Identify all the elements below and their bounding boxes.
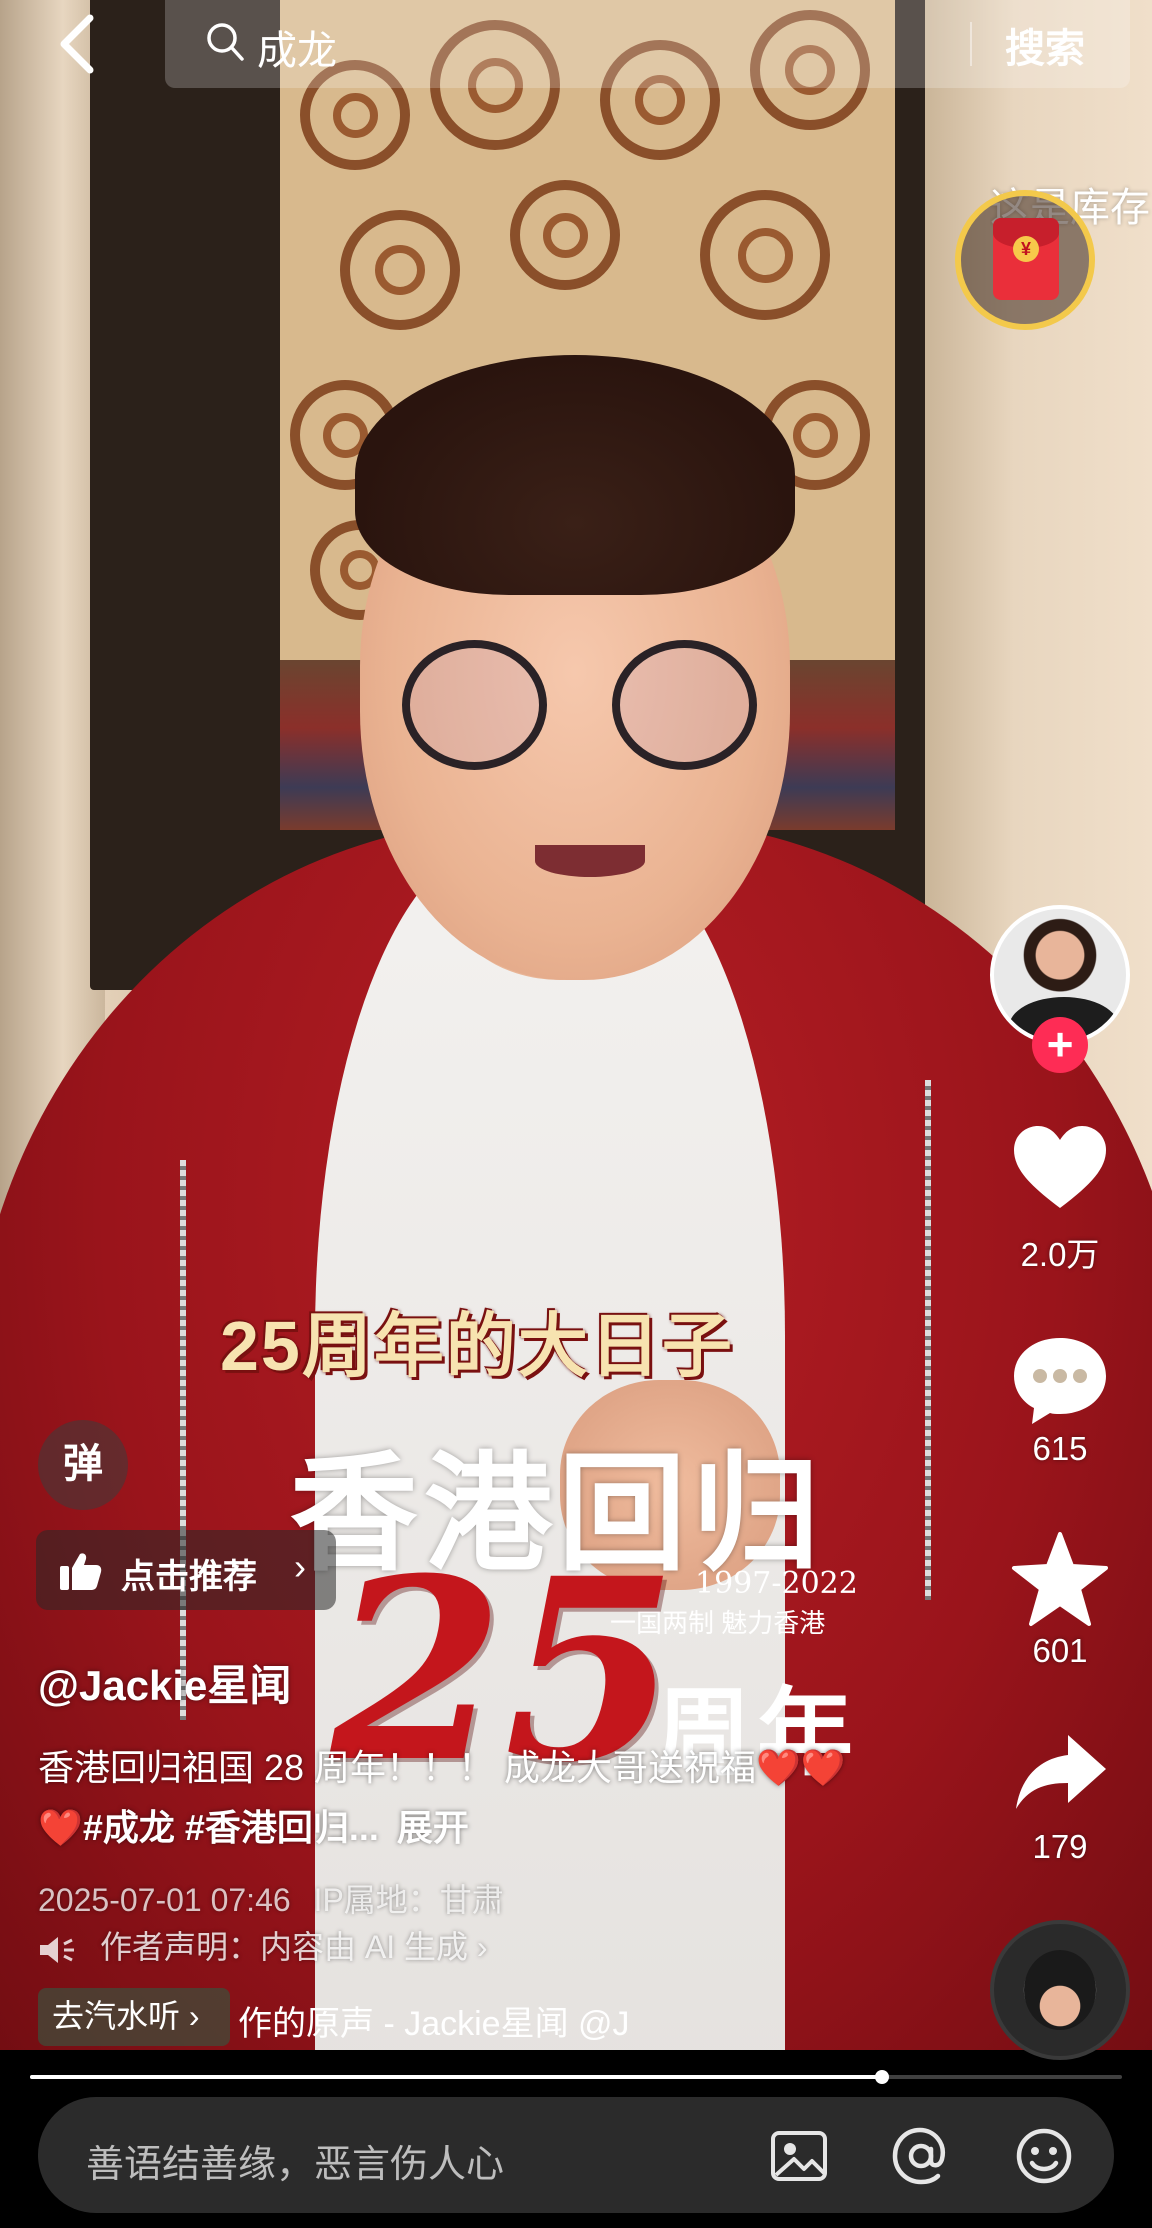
- coin-icon: ¥: [1013, 236, 1039, 262]
- recommend-label: 点击推荐: [121, 1558, 257, 1596]
- back-arrow-icon: [60, 14, 94, 74]
- like-button[interactable]: [1010, 1120, 1110, 1220]
- comment-button[interactable]: [1010, 1330, 1110, 1430]
- follow-button[interactable]: +: [1032, 1017, 1088, 1073]
- share-arrow-icon: [1016, 1735, 1106, 1809]
- glasses-lens: [612, 640, 757, 770]
- music-title[interactable]: 作的原声 - Jackie星闻 @J: [238, 1996, 778, 2045]
- thumbs-up-icon: [60, 1553, 102, 1590]
- post-datetime: 2025-07-01 07:46: [38, 1882, 291, 1918]
- back-button[interactable]: [50, 8, 110, 78]
- author-declaration[interactable]: 作者声明：内容由 AI 生成 ›: [38, 1922, 488, 1968]
- progress-fill: [30, 2075, 882, 2079]
- comment-bar[interactable]: 善语结善缘，恶言伤人心: [38, 2097, 1114, 2213]
- post-meta: 2025-07-01 07:46 IP属地：甘肃: [38, 1875, 504, 1921]
- favorite-count: 601: [1032, 1632, 1088, 1669]
- share-button[interactable]: [1010, 1725, 1110, 1825]
- video-progress-bar[interactable]: [30, 2070, 1122, 2084]
- expand-link[interactable]: 展开: [397, 1807, 469, 1848]
- listen-in-qishui-button[interactable]: 去汽水听 ›: [38, 1988, 230, 2046]
- progress-knob[interactable]: [874, 2070, 889, 2084]
- share-count: 179: [1032, 1828, 1088, 1865]
- post-location: IP属地：甘肃: [313, 1882, 504, 1918]
- mouth: [535, 845, 645, 877]
- like-count: 2.0万: [1020, 1236, 1100, 1273]
- hashtags[interactable]: #成龙 #香港回归...: [83, 1807, 379, 1848]
- description-text: 香港回归祖国 28 周年！！！ 成龙大哥送祝福: [38, 1747, 757, 1788]
- declaration-text: 作者声明：内容由 AI 生成 ›: [100, 1929, 488, 1965]
- red-packet-button[interactable]: ¥: [955, 190, 1095, 330]
- star-icon: [1012, 1532, 1108, 1626]
- author-name[interactable]: @Jackie星闻: [38, 1652, 291, 1713]
- search-button[interactable]: 搜索: [1005, 16, 1085, 74]
- comment-bubble-icon: [1014, 1338, 1106, 1424]
- hair: [355, 355, 795, 595]
- image-icon[interactable]: [768, 2125, 830, 2187]
- search-input[interactable]: 成龙: [257, 18, 337, 76]
- top-bar: 成龙 搜索: [0, 0, 1152, 95]
- danmu-toggle-button[interactable]: 弹: [38, 1420, 128, 1510]
- search-bar[interactable]: 成龙 搜索: [165, 0, 1130, 88]
- poster-years: 1997-2022: [695, 1566, 858, 1601]
- post-description: 香港回归祖国 28 周年！！！ 成龙大哥送祝福❤️❤️❤️#成龙 #香港回归..…: [38, 1738, 868, 1858]
- chevron-right-icon: ›: [294, 1546, 306, 1587]
- poster-title: 25周年的大日子: [220, 1307, 734, 1385]
- hoodie-zip: [925, 1080, 931, 1600]
- comment-count: 615: [1032, 1430, 1088, 1467]
- favorite-button[interactable]: [1010, 1530, 1110, 1630]
- music-disc[interactable]: [990, 1920, 1130, 2060]
- recommend-button[interactable]: 点击推荐 ›: [36, 1530, 336, 1610]
- glasses-lens: [402, 640, 547, 770]
- emoji-icon[interactable]: [1013, 2125, 1075, 2187]
- heart-icon: [1014, 1126, 1106, 1208]
- speaker-icon: [40, 1936, 74, 1963]
- hoodie-zip: [180, 1160, 186, 1720]
- search-divider: [970, 22, 972, 66]
- red-envelope-icon: ¥: [993, 218, 1059, 300]
- at-mention-icon[interactable]: [890, 2125, 952, 2187]
- search-icon: [207, 23, 244, 61]
- comment-input[interactable]: 善语结善缘，恶言伤人心: [86, 2133, 504, 2188]
